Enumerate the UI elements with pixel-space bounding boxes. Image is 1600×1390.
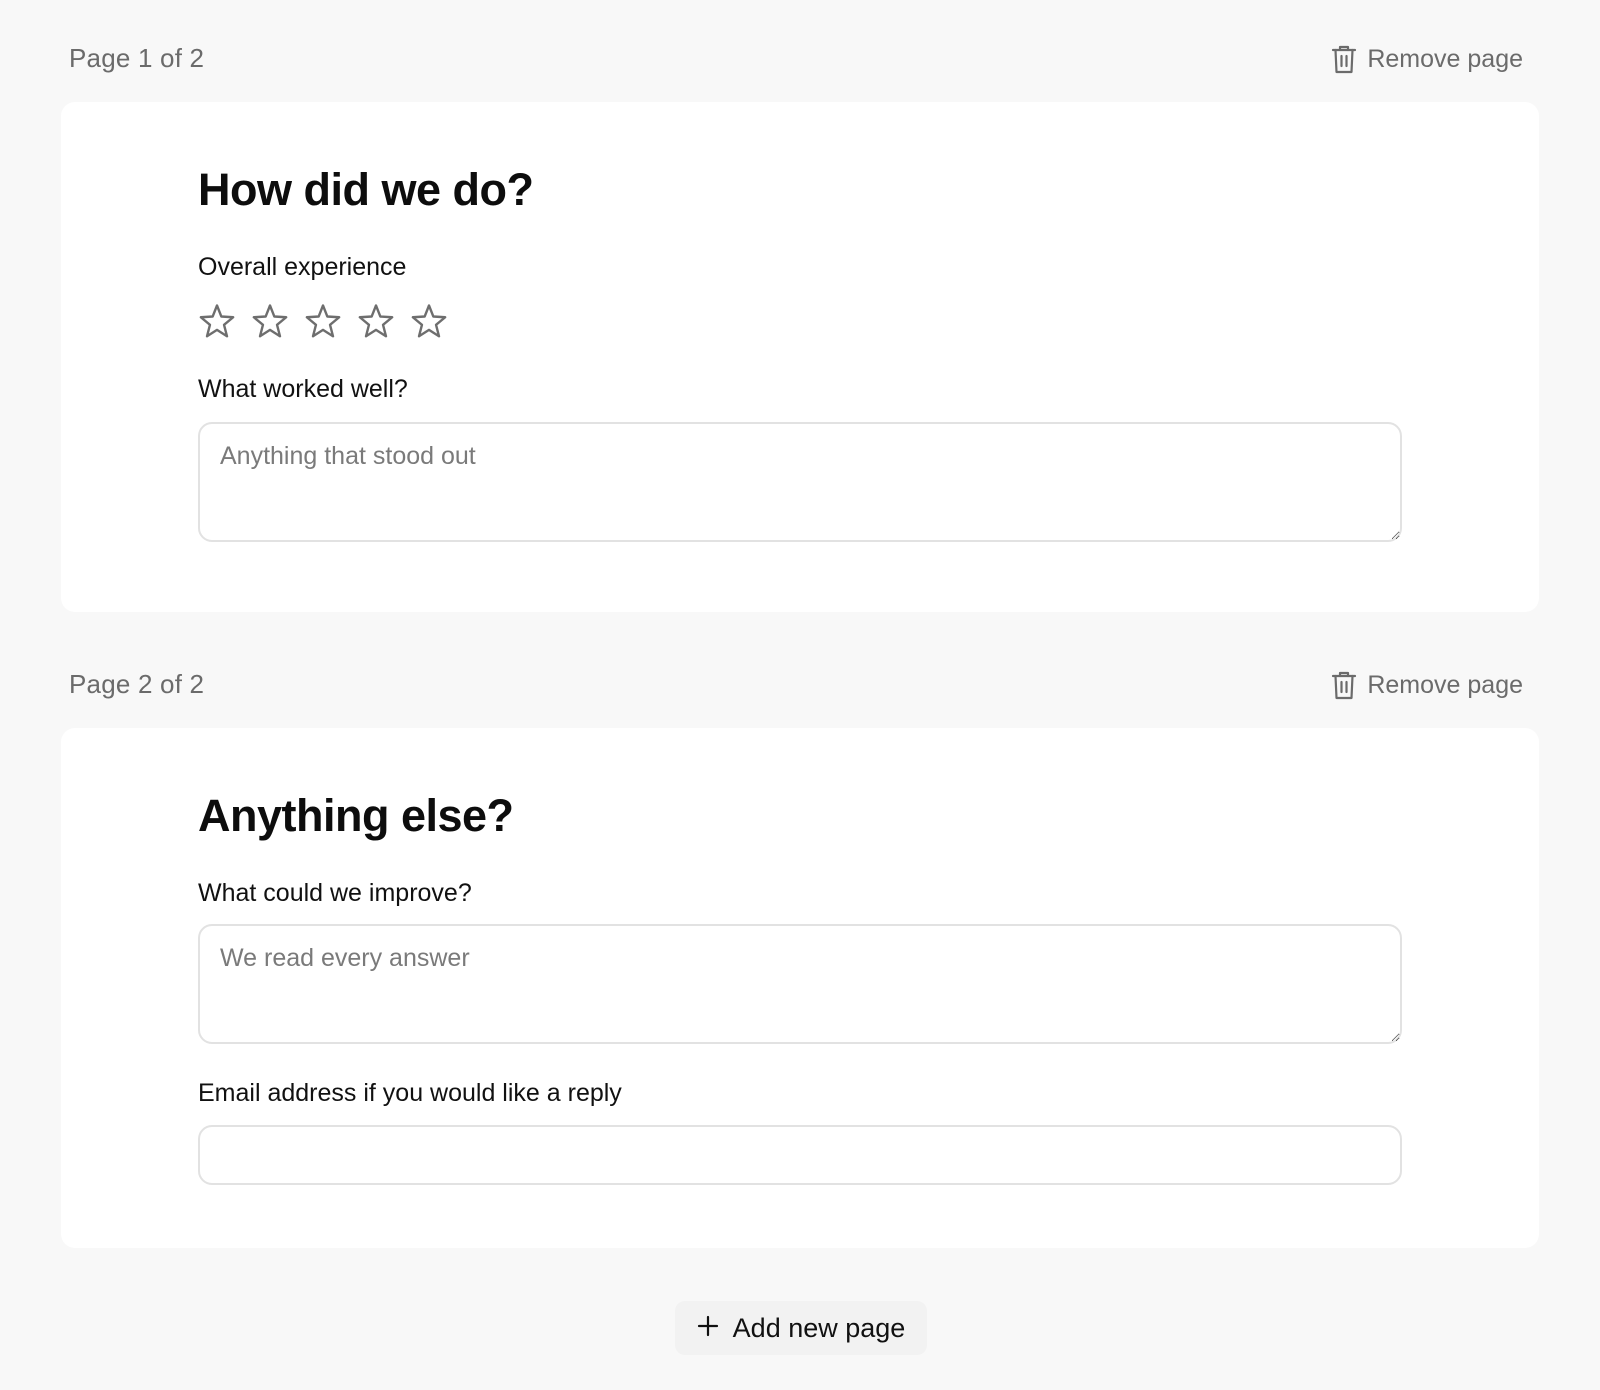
page-card: How did we do? Overall experience What w…	[61, 102, 1539, 612]
improve-label: What could we improve?	[198, 879, 472, 907]
page-card: Anything else? What could we improve? Em…	[61, 728, 1539, 1248]
remove-page-label: Remove page	[1367, 670, 1523, 699]
comment-field-wrapper	[198, 422, 1402, 542]
star-4-icon[interactable]	[357, 302, 395, 340]
rating-label: Overall experience	[198, 253, 407, 281]
add-new-page-button[interactable]: Add new page	[675, 1301, 927, 1355]
page-title: Anything else?	[198, 790, 514, 841]
improve-textarea[interactable]	[198, 924, 1402, 1044]
remove-page-button[interactable]: Remove page	[1331, 668, 1523, 702]
plus-icon	[697, 1313, 719, 1344]
add-new-page-label: Add new page	[732, 1312, 906, 1343]
remove-page-button[interactable]: Remove page	[1331, 42, 1523, 76]
page-title: How did we do?	[198, 164, 534, 215]
form-page-1: Page 1 of 2 Remove page How did we do? O…	[61, 40, 1539, 612]
email-label: Email address if you would like a reply	[198, 1079, 622, 1107]
star-3-icon[interactable]	[304, 302, 342, 340]
trash-icon	[1331, 670, 1357, 700]
comment-textarea[interactable]	[198, 422, 1402, 542]
star-5-icon[interactable]	[410, 302, 448, 340]
star-1-icon[interactable]	[198, 302, 236, 340]
page-indicator: Page 1 of 2	[69, 43, 205, 73]
improve-field-wrapper	[198, 924, 1402, 1044]
trash-icon	[1331, 44, 1357, 74]
form-page-2: Page 2 of 2 Remove page Anything else? W…	[61, 666, 1539, 1248]
star-rating	[198, 302, 1402, 340]
page-indicator: Page 2 of 2	[69, 669, 205, 699]
page-header: Page 1 of 2 Remove page	[61, 40, 1539, 102]
star-2-icon[interactable]	[251, 302, 289, 340]
page-header: Page 2 of 2 Remove page	[61, 666, 1539, 728]
remove-page-label: Remove page	[1367, 44, 1523, 73]
email-input[interactable]	[198, 1125, 1402, 1185]
comment-label: What worked well?	[198, 375, 408, 403]
